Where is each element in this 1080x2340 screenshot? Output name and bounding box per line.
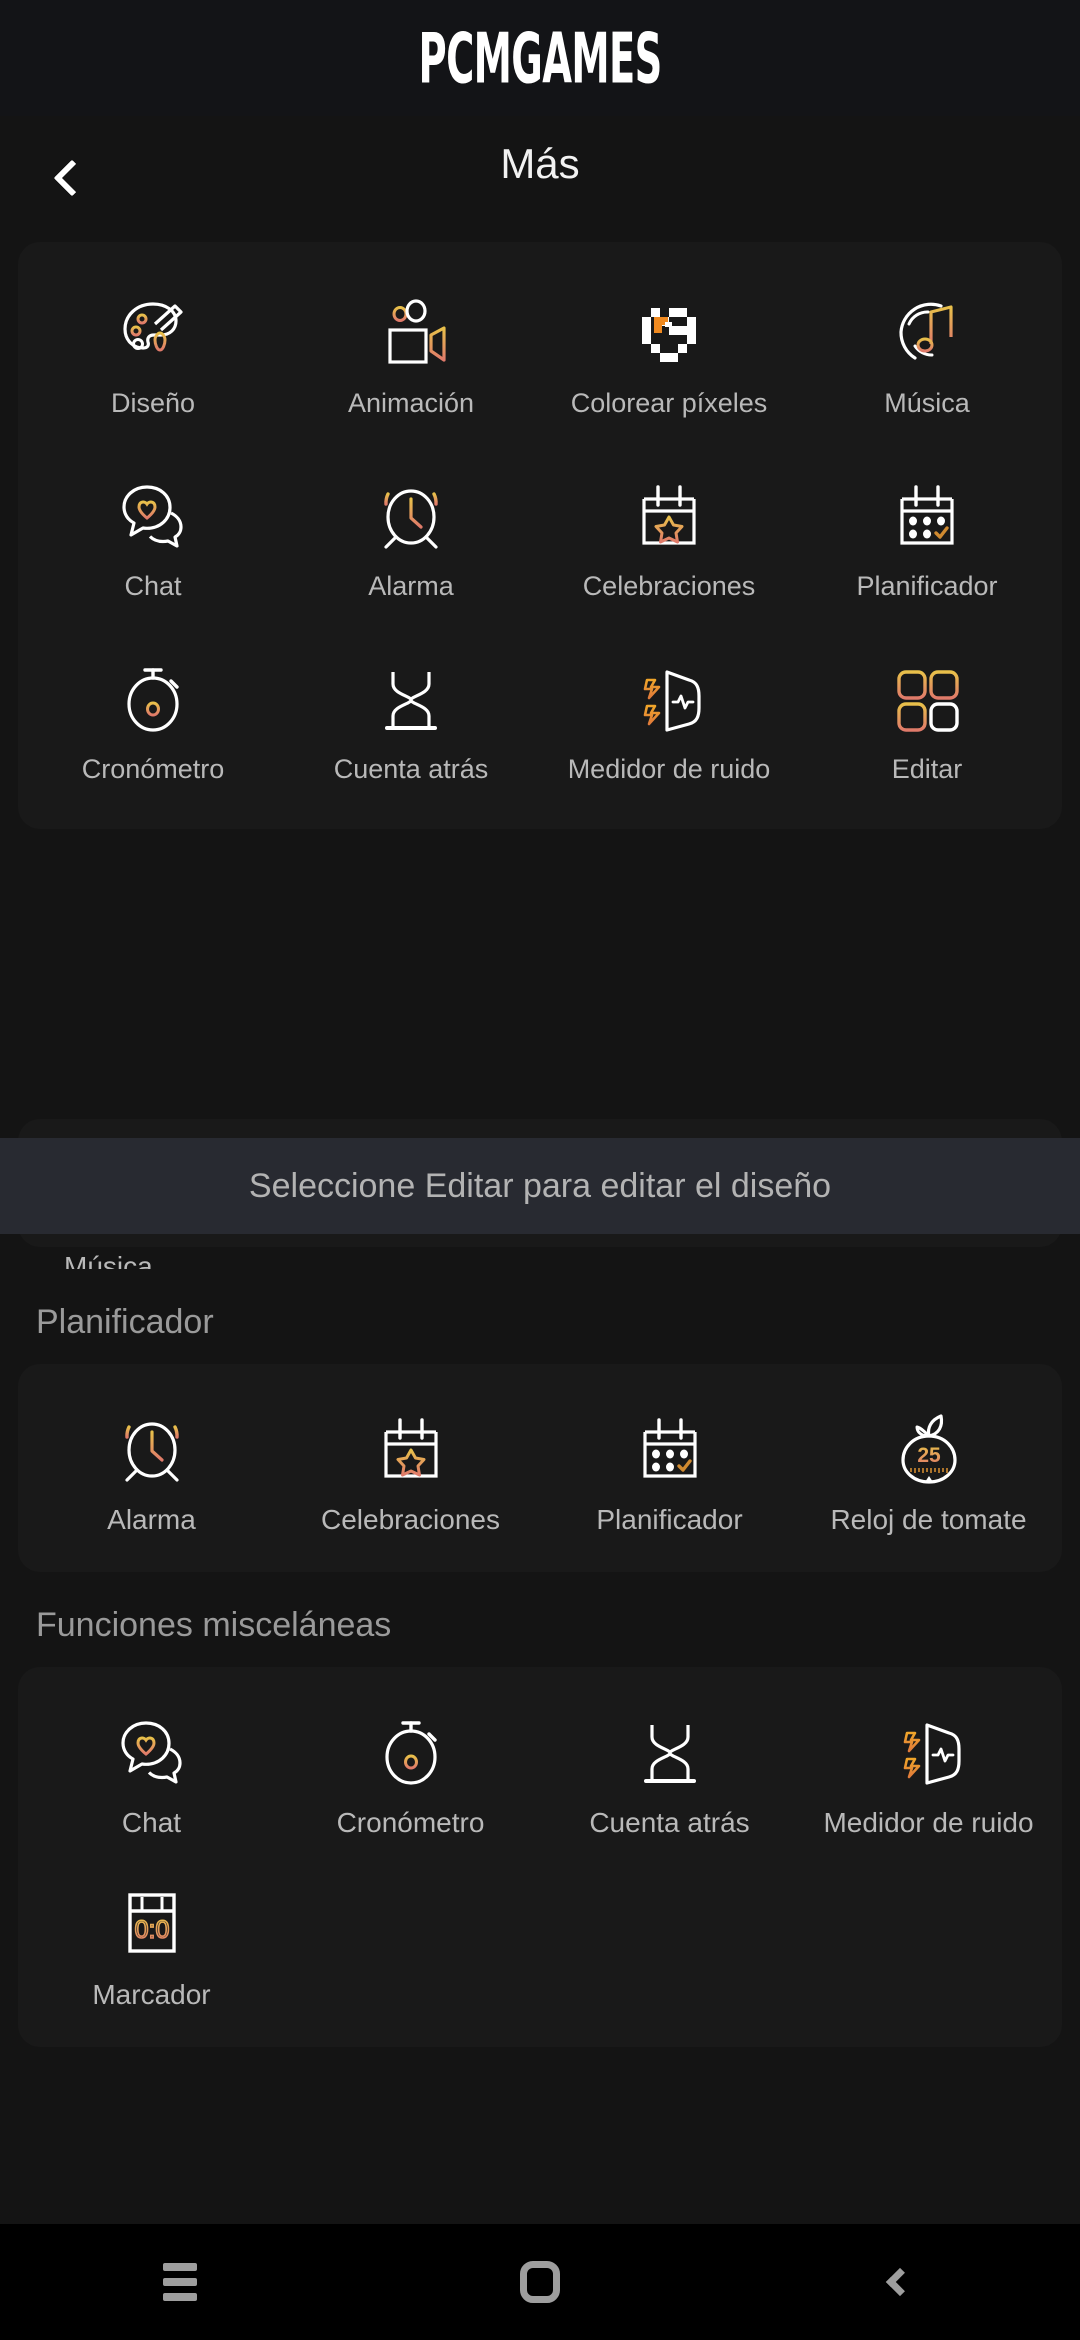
tool-tile-label: Celebraciones xyxy=(321,1504,500,1535)
stopwatch-icon xyxy=(367,1707,455,1795)
tool-tile-celebraciones[interactable]: Celebraciones xyxy=(281,1404,540,1536)
tool-tile-colorear-pixeles[interactable]: Colorear píxeles xyxy=(540,288,798,419)
stopwatch-icon xyxy=(109,654,197,742)
tool-tile-cronometro[interactable]: Cronómetro xyxy=(281,1707,540,1839)
main-tool-grid-card: Diseño Animación Colorear píxeles Música… xyxy=(18,242,1062,829)
noise-meter-icon xyxy=(885,1707,973,1795)
noise-meter-icon xyxy=(625,654,713,742)
tool-tile-empty xyxy=(281,1879,540,2011)
tool-tile-label: Animación xyxy=(347,388,475,418)
section-planificador: Planificador Alarma Celebraciones Planif… xyxy=(0,1303,1080,1572)
tool-tile-empty xyxy=(799,1879,1058,2011)
pixel-heart-icon xyxy=(625,288,713,376)
tool-tile-cuenta-atras[interactable]: Cuenta atrás xyxy=(540,1707,799,1839)
section-row: Chat Cronómetro Cuenta atrás Medidor de … xyxy=(22,1707,1058,1839)
alarm-clock-icon xyxy=(367,471,455,559)
app-bar: Más xyxy=(0,116,1080,242)
tool-tile-label: Cuenta atrás xyxy=(333,754,489,784)
tool-tile-musica[interactable]: Música xyxy=(798,288,1056,419)
calendar-star-icon xyxy=(625,471,713,559)
hourglass-icon xyxy=(367,654,455,742)
calendar-check-icon xyxy=(883,471,971,559)
recents-button[interactable] xyxy=(120,2232,240,2332)
palette-icon xyxy=(109,288,197,376)
section-card: Chat Cronómetro Cuenta atrás Medidor de … xyxy=(18,1667,1062,2047)
tool-tile-label: Colorear píxeles xyxy=(570,388,768,418)
tool-tile-medidor-de-ruido[interactable]: Medidor de ruido xyxy=(540,654,798,785)
section-row: 0:0 Marcador xyxy=(22,1879,1058,2011)
chat-heart-icon xyxy=(108,1707,196,1795)
music-note-icon xyxy=(883,288,971,376)
svg-text:0:0: 0:0 xyxy=(134,1916,169,1944)
watermark-banner: PCMGAMES xyxy=(0,0,1080,116)
partial-section-label: Música xyxy=(64,1251,153,1269)
tool-tile-medidor-de-ruido[interactable]: Medidor de ruido xyxy=(799,1707,1058,1839)
section-title: Funciones misceláneas xyxy=(36,1606,392,1644)
chat-heart-icon xyxy=(109,471,197,559)
tool-tile-alarma[interactable]: Alarma xyxy=(282,471,540,602)
section-card: Alarma Celebraciones Planificador 25 Rel… xyxy=(18,1364,1062,1572)
tool-tile-planificador[interactable]: Planificador xyxy=(798,471,1056,602)
home-icon xyxy=(520,2261,560,2303)
tool-grid-row: Chat Alarma Celebraciones Planificador xyxy=(24,471,1056,602)
tool-tile-animacion[interactable]: Animación xyxy=(282,288,540,419)
tool-tile-label: Planificador xyxy=(596,1504,743,1535)
scoreboard-icon: 0:0 xyxy=(108,1879,196,1967)
android-navigation-bar xyxy=(0,2224,1080,2340)
tool-tile-label: Alarma xyxy=(107,1504,196,1535)
tool-tile-cronometro[interactable]: Cronómetro xyxy=(24,654,282,785)
tool-tile-label: Celebraciones xyxy=(582,571,756,601)
section-funciones-miscelaneas: Funciones misceláneas Chat Cronómetro Cu… xyxy=(0,1606,1080,2047)
section-row: Alarma Celebraciones Planificador 25 Rel… xyxy=(22,1404,1058,1536)
tool-tile-chat[interactable]: Chat xyxy=(24,471,282,602)
tool-tile-label: Chat xyxy=(124,571,182,601)
tool-tile-label: Medidor de ruido xyxy=(823,1807,1034,1838)
alarm-clock-icon xyxy=(108,1404,196,1492)
tool-tile-label: Alarma xyxy=(368,571,454,601)
tool-tile-label: Planificador xyxy=(856,571,998,601)
tool-tile-label: Reloj de tomate xyxy=(830,1504,1027,1535)
tool-tile-label: Diseño xyxy=(110,388,196,418)
tool-grid-row: Cronómetro Cuenta atrás Medidor de ruido… xyxy=(24,654,1056,785)
tool-grid-row: Diseño Animación Colorear píxeles Música xyxy=(24,288,1056,419)
tool-tile-cuenta-atras[interactable]: Cuenta atrás xyxy=(282,654,540,785)
tool-tile-marcador[interactable]: 0:0 Marcador xyxy=(22,1879,281,2011)
calendar-star-icon xyxy=(367,1404,455,1492)
tool-tile-label: Cronómetro xyxy=(81,754,225,784)
toast-banner: Seleccione Editar para editar el diseño xyxy=(0,1138,1080,1234)
section-title: Planificador xyxy=(36,1303,214,1341)
tool-tile-empty xyxy=(540,1879,799,2011)
tool-tile-label: Editar xyxy=(891,754,963,784)
tool-tile-editar[interactable]: Editar xyxy=(798,654,1056,785)
tool-tile-reloj-de-tomate[interactable]: 25 Reloj de tomate xyxy=(799,1404,1058,1536)
recents-icon xyxy=(163,2263,197,2301)
tool-tile-label: Marcador xyxy=(92,1979,211,2010)
calendar-check-icon xyxy=(626,1404,714,1492)
tool-tile-label: Cuenta atrás xyxy=(589,1807,750,1838)
tool-tile-alarma[interactable]: Alarma xyxy=(22,1404,281,1536)
watermark-text: PCMGAMES xyxy=(418,17,662,99)
tool-tile-label: Medidor de ruido xyxy=(567,754,771,784)
tool-tile-diseno[interactable]: Diseño xyxy=(24,288,282,419)
tool-tile-label: Música xyxy=(884,388,970,418)
home-button[interactable] xyxy=(480,2232,600,2332)
video-camera-icon xyxy=(367,288,455,376)
tomato-timer-icon: 25 xyxy=(885,1404,973,1492)
sections-scroll-region[interactable]: Música Planificador Alarma Celebraciones… xyxy=(0,1119,1080,2224)
page-title: Más xyxy=(500,140,580,187)
page-body: Más Diseño Animación Colorear píxeles Mú… xyxy=(0,116,1080,2224)
tool-tile-label: Chat xyxy=(121,1807,182,1838)
tool-tile-celebraciones[interactable]: Celebraciones xyxy=(540,471,798,602)
toast-message: Seleccione Editar para editar el diseño xyxy=(248,1166,832,1205)
edit-grid-icon xyxy=(883,654,971,742)
tool-tile-chat[interactable]: Chat xyxy=(22,1707,281,1839)
svg-text:25: 25 xyxy=(917,1444,941,1467)
hourglass-icon xyxy=(626,1707,714,1795)
back-icon xyxy=(885,2267,915,2297)
tool-tile-planificador[interactable]: Planificador xyxy=(540,1404,799,1536)
tool-tile-label: Cronómetro xyxy=(336,1807,485,1838)
back-button[interactable] xyxy=(840,2232,960,2332)
